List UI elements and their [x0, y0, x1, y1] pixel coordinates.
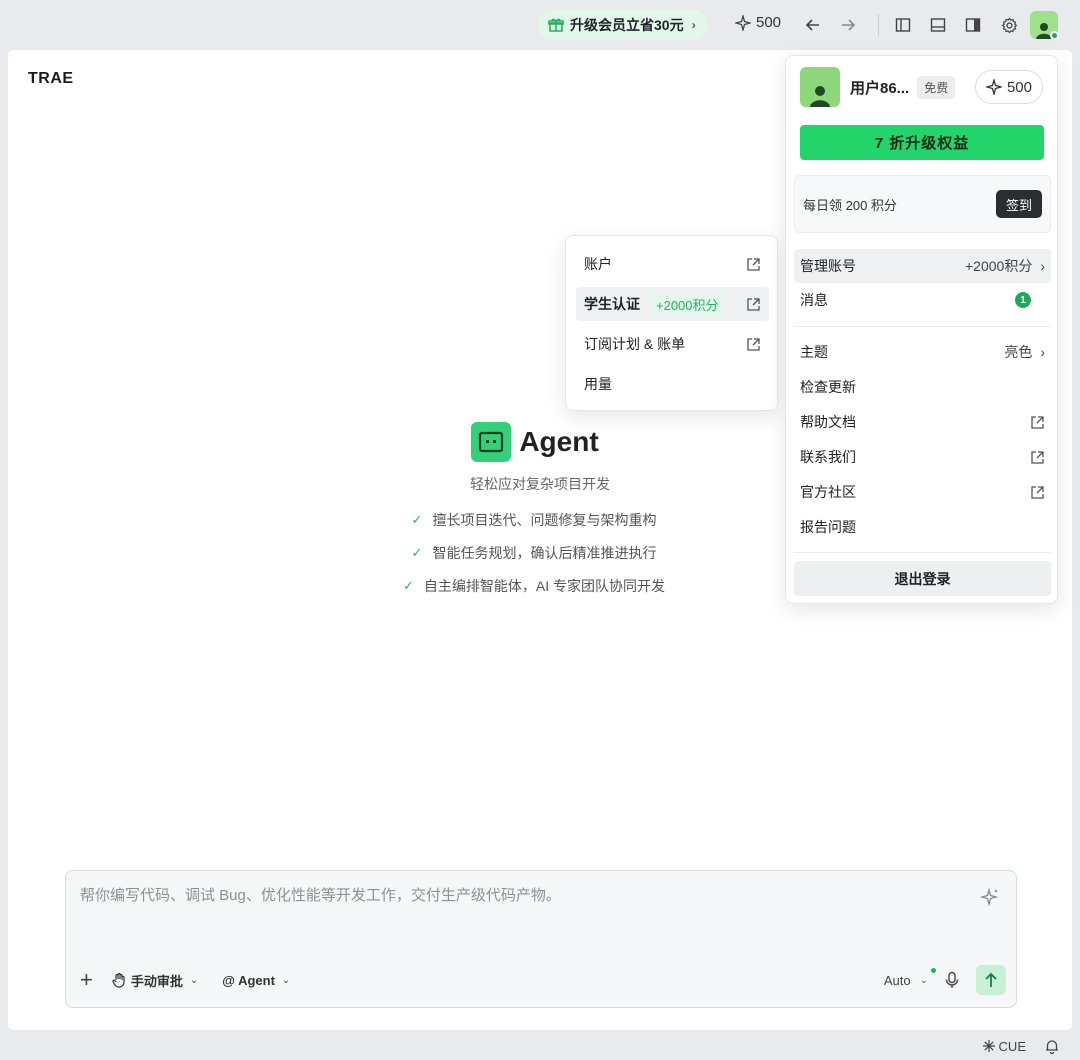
bell-icon[interactable]: [1044, 1038, 1060, 1054]
cue-indicator[interactable]: CUE: [982, 1039, 1026, 1054]
agent-logo-icon: [471, 422, 512, 462]
check-icon: ✓: [411, 545, 423, 560]
sparkle-enhance-icon[interactable]: [980, 887, 1000, 907]
check-icon: ✓: [411, 512, 423, 527]
upgrade-pill-label: 升级会员立省30元: [570, 17, 684, 33]
chevron-down-icon: ⌄: [189, 974, 199, 986]
account-menu: 用户86... 免费 500 7 折升级权益 每日领 200 积分 签到 管理账…: [785, 55, 1058, 604]
chat-composer: + 手动审批 ⌄ @ Agent ⌄ Auto ⌄: [65, 870, 1017, 1008]
menu-item-messages[interactable]: 消息 1: [794, 283, 1051, 317]
menu-item-check-updates[interactable]: 检查更新: [794, 370, 1051, 404]
logout-button[interactable]: 退出登录: [794, 561, 1051, 596]
sidebar-right-icon[interactable]: [960, 12, 986, 38]
credits-pill[interactable]: 500: [974, 70, 1043, 104]
back-icon[interactable]: [800, 12, 826, 38]
agent-title: Agent: [519, 426, 599, 457]
check-icon: ✓: [402, 578, 414, 593]
model-selector-label: Auto: [883, 972, 911, 988]
menu-item-theme[interactable]: 主题 亮色 ›: [794, 335, 1051, 369]
cue-icon: [982, 1039, 996, 1053]
menu-item-manage-account[interactable]: 管理账号 +2000积分 ›: [794, 249, 1051, 283]
add-attachment-button[interactable]: +: [80, 967, 93, 993]
feature-item: ✓ 自主编排智能体，AI 专家团队协同开发: [402, 578, 666, 594]
upgrade-discount-button[interactable]: 7 折升级权益: [800, 125, 1044, 160]
manual-review-label: 手动审批: [130, 973, 183, 989]
chevron-right-icon: ›: [1040, 344, 1045, 360]
avatar[interactable]: [1030, 11, 1058, 39]
account-submenu: 账户 学生认证 +2000积分 订阅计划 & 账单 用量: [565, 235, 778, 411]
submenu-item-student-verification[interactable]: 学生认证 +2000积分: [576, 287, 769, 321]
daily-points-text: 每日领 200 积分: [803, 197, 897, 213]
model-selector-dropdown[interactable]: Auto ⌄: [883, 967, 936, 988]
agent-selector-dropdown[interactable]: @ Agent ⌄: [222, 973, 290, 988]
menu-divider: [794, 552, 1051, 553]
external-link-icon: [1030, 415, 1045, 430]
title-bar: 升级会员立省30元 › 500: [0, 0, 1080, 50]
credits-indicator[interactable]: 500: [735, 14, 781, 31]
gear-icon[interactable]: [996, 12, 1022, 38]
forward-icon[interactable]: [835, 12, 861, 38]
chevron-right-icon: ›: [691, 18, 696, 32]
hand-icon: [111, 972, 127, 988]
status-dot: [931, 967, 936, 973]
username: 用户86...: [850, 79, 910, 97]
menu-item-report-issue[interactable]: 报告问题: [794, 510, 1051, 544]
submenu-item-subscription[interactable]: 订阅计划 & 账单: [576, 327, 769, 361]
brand-label: TRAE: [28, 70, 74, 87]
gift-icon: [548, 17, 564, 33]
menu-item-help-docs[interactable]: 帮助文档: [794, 405, 1051, 439]
avatar: [800, 67, 840, 107]
toolbar-divider: [878, 14, 879, 36]
unread-count-badge: 1: [1015, 292, 1031, 308]
external-link-icon: [1030, 485, 1045, 500]
menu-item-community[interactable]: 官方社区: [794, 475, 1051, 509]
checkin-button[interactable]: 签到: [995, 190, 1042, 218]
sparkle-icon: [985, 79, 1002, 95]
chat-input[interactable]: [80, 887, 960, 904]
microphone-icon[interactable]: [944, 971, 960, 989]
feature-item: ✓ 智能任务规划，确认后精准推进执行: [411, 545, 657, 561]
chevron-down-icon: ⌄: [919, 974, 928, 986]
manual-review-dropdown[interactable]: 手动审批 ⌄: [111, 971, 198, 990]
feature-item: ✓ 擅长项目迭代、问题修复与架构重构: [411, 512, 657, 528]
external-link-icon: [746, 337, 761, 352]
menu-item-contact-us[interactable]: 联系我们: [794, 440, 1051, 474]
submenu-item-account[interactable]: 账户: [576, 247, 769, 281]
status-bar: CUE: [0, 1032, 1080, 1060]
daily-points-card: 每日领 200 积分 签到: [794, 175, 1051, 233]
agent-selector-label: @ Agent: [222, 972, 275, 988]
online-status-dot: [1050, 31, 1058, 39]
upgrade-pill-button[interactable]: 升级会员立省30元 ›: [538, 10, 708, 40]
external-link-icon: [746, 297, 761, 312]
account-header: 用户86... 免费 500: [800, 66, 1043, 108]
chevron-down-icon: ⌄: [281, 974, 291, 986]
sparkle-icon: [735, 14, 751, 31]
cue-label: CUE: [998, 1038, 1026, 1054]
credits-value: 500: [756, 14, 782, 31]
bonus-tag: +2000积分: [652, 292, 723, 316]
sidebar-left-icon[interactable]: [890, 12, 916, 38]
external-link-icon: [1030, 450, 1045, 465]
send-button[interactable]: [976, 965, 1006, 995]
external-link-icon: [746, 257, 761, 272]
menu-divider: [794, 326, 1051, 327]
chevron-right-icon: ›: [1040, 258, 1045, 274]
panel-bottom-icon[interactable]: [925, 12, 951, 38]
plan-badge: 免费: [917, 75, 956, 99]
submenu-item-usage[interactable]: 用量: [576, 367, 769, 401]
